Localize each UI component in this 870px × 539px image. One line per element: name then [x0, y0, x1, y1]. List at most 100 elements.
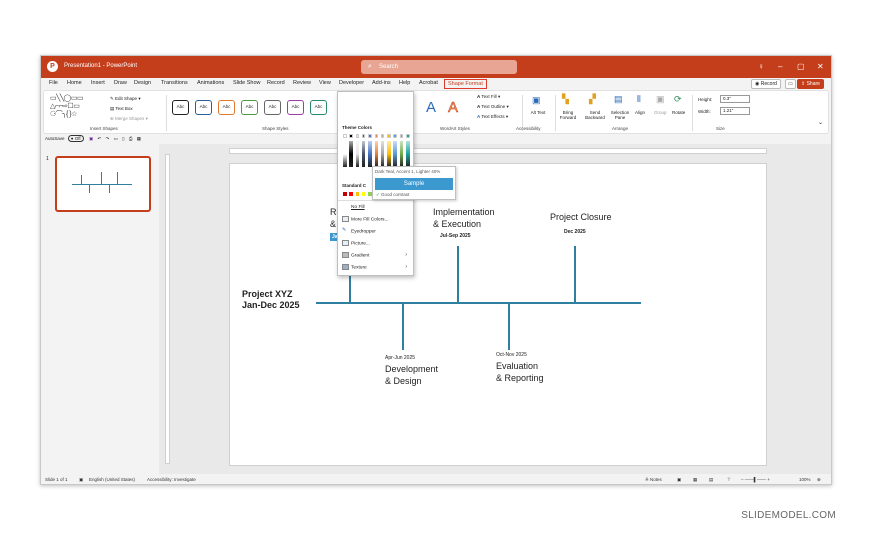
eyedropper-item[interactable]: ✎ Eyedropper: [342, 228, 376, 234]
align-label[interactable]: Align: [635, 110, 645, 115]
accessibility-status[interactable]: Accessibility: Investigate: [147, 474, 196, 484]
save-icon[interactable]: ▣: [89, 136, 93, 141]
color-swatch[interactable]: [355, 134, 360, 138]
slide-canvas[interactable]: Project XYZ Jan-Dec 2025 Re & Ja Impleme…: [229, 163, 767, 466]
notes-button[interactable]: ≜ Notes: [645, 474, 662, 484]
standard-color-swatch[interactable]: [361, 192, 366, 196]
text-effects-button[interactable]: A Text Effects ▾: [477, 114, 508, 120]
send-backward-label[interactable]: Send Backward: [582, 110, 608, 120]
style-box-4[interactable]: Abc: [241, 100, 258, 115]
milestone-4-title[interactable]: Development & Design: [385, 363, 438, 387]
standard-color-swatch[interactable]: [349, 192, 353, 196]
fit-slide-icon[interactable]: ⊕: [817, 474, 821, 484]
color-shade-column[interactable]: [393, 141, 397, 167]
tab-draw[interactable]: Draw: [114, 80, 127, 86]
wordart-style-1[interactable]: A: [426, 99, 436, 116]
tab-help[interactable]: Help: [399, 80, 410, 86]
wordart-style-2[interactable]: A: [448, 99, 459, 117]
text-box-button[interactable]: ▤ Text Box: [110, 106, 133, 112]
tab-developer[interactable]: Developer: [339, 80, 364, 86]
color-shade-column[interactable]: [406, 141, 410, 167]
slide-thumbnail-1[interactable]: [55, 156, 151, 212]
height-field[interactable]: 0.3": [720, 95, 750, 103]
tab-slide-show[interactable]: Slide Show: [233, 80, 261, 86]
tab-home[interactable]: Home: [67, 80, 82, 86]
rotate-label[interactable]: Rotate: [672, 110, 685, 115]
lightbulb-icon[interactable]: ♀: [758, 62, 764, 71]
alt-text-icon[interactable]: ▣: [532, 95, 541, 106]
gradient-item[interactable]: Gradient ›: [342, 252, 411, 258]
color-swatch[interactable]: [349, 134, 353, 138]
color-shade-column[interactable]: [380, 141, 385, 167]
color-swatch[interactable]: [361, 134, 366, 138]
tab-record[interactable]: Record: [267, 80, 285, 86]
picture-item[interactable]: Picture...: [342, 240, 370, 246]
record-button[interactable]: ◉ Record: [751, 79, 781, 89]
style-box-3[interactable]: Abc: [218, 100, 235, 115]
zoom-level[interactable]: 100%: [799, 474, 811, 484]
send-backward-icon[interactable]: ▞: [589, 94, 596, 105]
style-box-7[interactable]: Abc: [310, 100, 327, 115]
comments-icon[interactable]: ▭: [785, 79, 796, 89]
milestone-2-date[interactable]: Jul-Sep 2025: [440, 233, 471, 239]
color-swatch[interactable]: [343, 134, 347, 138]
timeline-line[interactable]: [316, 302, 641, 304]
align-icon[interactable]: ⫴: [637, 94, 641, 105]
style-box-2[interactable]: Abc: [195, 100, 212, 115]
milestone-2-title[interactable]: Implementation & Execution: [433, 206, 495, 230]
style-box-6[interactable]: Abc: [287, 100, 304, 115]
bring-forward-label[interactable]: Bring Forward: [556, 110, 580, 120]
zoom-slider[interactable]: – ——▌—— +: [741, 474, 770, 484]
close-button[interactable]: ✕: [817, 62, 824, 71]
new-icon[interactable]: ▯: [122, 136, 124, 141]
tab-design[interactable]: Design: [134, 80, 151, 86]
milestone-4-date[interactable]: Apr-Jun 2025: [385, 355, 415, 361]
color-swatch[interactable]: [406, 134, 410, 138]
selection-pane-icon[interactable]: ▤: [614, 94, 623, 105]
edit-shape-button[interactable]: ✎ Edit Shape ▾: [110, 96, 141, 102]
texture-item[interactable]: Texture ›: [342, 264, 411, 270]
color-swatch[interactable]: [399, 134, 404, 138]
color-shade-column[interactable]: [355, 141, 360, 167]
color-shade-column[interactable]: [368, 141, 372, 167]
tab-add-ins[interactable]: Add-ins: [372, 80, 391, 86]
search-box[interactable]: ⌕ Search: [361, 60, 517, 74]
share-button[interactable]: ⇪ Share: [797, 79, 824, 89]
bring-forward-icon[interactable]: ▚: [562, 94, 569, 105]
color-shade-column[interactable]: [374, 141, 378, 167]
alt-text-label[interactable]: Alt Text: [530, 110, 546, 115]
color-swatch[interactable]: [380, 134, 385, 138]
connector-bottom-2[interactable]: [508, 303, 510, 350]
tab-transitions[interactable]: Transitions: [161, 80, 188, 86]
selection-pane-label[interactable]: Selection Pane: [609, 110, 631, 120]
tab-review[interactable]: Review: [293, 80, 311, 86]
style-box-5[interactable]: Abc: [264, 100, 281, 115]
tab-animations[interactable]: Animations: [197, 80, 224, 86]
connector-bottom-1[interactable]: [402, 303, 404, 350]
color-swatch[interactable]: [374, 134, 378, 138]
tab-acrobat[interactable]: Acrobat: [419, 80, 438, 86]
more-fill-colors-item[interactable]: More Fill Colors...: [342, 216, 389, 222]
milestone-3-title[interactable]: Project Closure: [550, 212, 612, 222]
color-swatch[interactable]: [387, 134, 391, 138]
milestone-5-date[interactable]: Oct-Nov 2025: [496, 352, 527, 358]
language-status[interactable]: English (United States): [89, 474, 135, 484]
autosave-toggle[interactable]: ● Off: [67, 135, 84, 142]
reading-view-icon[interactable]: ▤: [709, 474, 713, 484]
connector-top-3[interactable]: [574, 246, 576, 303]
slideshow-icon[interactable]: ⊤: [727, 474, 731, 484]
tab-file[interactable]: File: [49, 80, 58, 86]
no-fill-item[interactable]: No Fill: [342, 205, 365, 210]
color-swatch[interactable]: [368, 134, 372, 138]
group-icon[interactable]: ▣: [656, 94, 665, 105]
tab-insert[interactable]: Insert: [91, 80, 105, 86]
shapes-gallery[interactable]: ▭╲╲◯▭▭ △⌐⌐⇨☐▭ ⚆⌒╮{ }☆: [50, 95, 102, 121]
project-title[interactable]: Project XYZ Jan-Dec 2025: [242, 289, 300, 311]
present-icon[interactable]: ▦: [137, 136, 141, 141]
color-shade-column[interactable]: [343, 141, 347, 167]
connector-top-2[interactable]: [457, 246, 459, 303]
slide-sorter-icon[interactable]: ▦: [693, 474, 697, 484]
text-outline-button[interactable]: A Text Outline ▾: [477, 104, 509, 110]
redo-icon[interactable]: ↷: [106, 136, 110, 141]
group-label[interactable]: Group: [654, 110, 667, 115]
